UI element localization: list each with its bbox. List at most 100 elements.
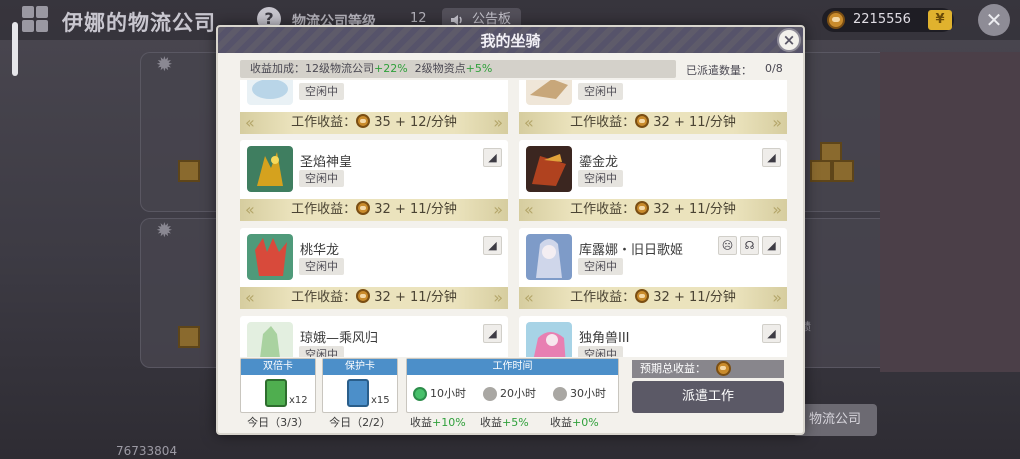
mount-portrait [247,146,293,192]
mount-income: 工作收益： 32 + 11/分钟 [519,287,787,309]
protect-card-title: 保护卡 [323,359,397,375]
work-time-bonus: 收益+0% [550,414,599,430]
crate-icon [178,326,200,348]
mount-name: 桃华龙 [300,243,340,258]
mount-portrait [247,80,293,105]
wing-trait-icon: ◢ [483,148,502,167]
income-value: 32 + 11/分钟 [374,290,457,305]
double-card-qty: x12 [289,395,308,406]
income-label: 工作收益： [570,202,636,217]
mount-name: 圣焰神皇 [300,155,353,170]
mount-card[interactable]: 琼娥—乘风归 空闲中 ◢ [240,316,508,357]
bonus-value: +0% [572,416,599,429]
company-button[interactable]: 物流公司 [793,404,877,436]
protect-card-box[interactable]: 保护卡 x15 [322,358,398,413]
mount-card[interactable]: 空闲中 工作收益： 35 + 12/分钟 [240,80,508,134]
protect-card-today: 今日（2/2） [329,416,391,429]
mount-portrait [526,234,572,280]
income-bonus-bar: 收益加成：12级物流公司+22% 2级物资点+5% [240,60,676,78]
dispatch-work-button[interactable]: 派遣工作 [632,381,784,413]
mount-portrait [247,234,293,280]
company-title: 伊娜的物流公司 [62,11,216,35]
crate-icon [810,160,832,182]
mount-income: 工作收益： 32 + 11/分钟 [519,199,787,221]
expected-income: 预期总收益： [632,360,784,378]
coin-icon [356,289,371,303]
double-card-icon [265,379,287,407]
mount-income: 工作收益： 35 + 12/分钟 [240,112,508,134]
trait-icons: ☹ ☊ ◢ [718,236,781,255]
trait-icons: ◢ [483,324,502,343]
scroll-indicator[interactable] [12,22,18,76]
wing-trait-icon: ◢ [762,236,781,255]
bonus-resource-label: 2级物资点 [414,62,466,75]
income-value: 32 + 11/分钟 [653,115,736,130]
mount-name: 琼娥—乘风归 [300,331,379,346]
radio-icon [553,387,567,401]
bonus-company-value: +22% [374,62,408,75]
company-level-value: 12 [410,11,427,26]
mount-income: 工作收益： 32 + 11/分钟 [240,199,508,221]
mount-card[interactable]: 鎏金龙 空闲中 ◢ 工作收益： 32 + 11/分钟 [519,140,787,221]
expected-income-label: 预期总收益： [640,362,706,375]
mount-status: 空闲中 [299,346,344,357]
income-label: 工作收益： [291,115,357,130]
work-time-title: 工作时间 [407,359,618,375]
coin-icon [635,114,650,128]
radio-icon [483,387,497,401]
income-label: 工作收益： [291,290,357,305]
work-time-option-label: 30小时 [570,387,606,400]
trait-icons: ◢ [762,148,781,167]
dragon-trait-icon: ☊ [740,236,759,255]
mount-card[interactable]: 空闲中 工作收益： 32 + 11/分钟 [519,80,787,134]
income-value: 32 + 11/分钟 [653,290,736,305]
trait-icons: ◢ [762,324,781,343]
coin-icon [635,201,650,215]
coin-icon [356,114,371,128]
mount-status: 空闲中 [578,346,623,357]
dialog-title: 我的坐骑 [480,32,541,50]
coin-icon [827,11,845,29]
home-icon[interactable] [22,6,48,32]
shop-cart-icon[interactable]: ¥ [928,10,952,30]
income-value: 35 + 12/分钟 [374,115,457,130]
mount-card[interactable]: 圣焰神皇 空闲中 ◢ 工作收益： 32 + 11/分钟 [240,140,508,221]
mount-card[interactable]: 独角兽III 空闲中 ◢ [519,316,787,357]
work-time-option[interactable]: 30小时 [553,385,606,403]
protect-card-qty: x15 [371,395,390,406]
bg-slot [790,52,890,212]
mount-income: 工作收益： 32 + 11/分钟 [519,112,787,134]
work-time-option[interactable]: 20小时 [483,385,536,403]
work-time-bonus: 收益+5% [480,414,529,430]
mount-name: 鎏金龙 [579,155,619,170]
dispatched-count: 0/8 [765,62,783,75]
bonus-label: 收益 [410,416,432,429]
trait-icons: ◢ [483,148,502,167]
coin-icon [716,361,731,376]
gear-icon: ✹ [156,52,173,76]
my-mounts-dialog: 我的坐骑 × 收益加成：12级物流公司+22% 2级物资点+5% 已派遣数量： … [216,25,805,435]
dialog-close-button[interactable]: × [777,28,801,52]
user-id: 76733804 [116,444,178,458]
mount-card[interactable]: 桃华龙 空闲中 ◢ 工作收益： 32 + 11/分钟 [240,228,508,309]
wing-trait-icon: ◢ [762,324,781,343]
coin-icon [356,201,371,215]
bonus-value: +10% [432,416,466,429]
double-card-box[interactable]: 双倍卡 x12 [240,358,316,413]
income-label: 工作收益： [570,115,636,130]
mount-income: 工作收益： 32 + 11/分钟 [240,287,508,309]
bonus-prefix: 收益加成：12级物流公司 [250,62,374,75]
mount-card[interactable]: 库露娜・旧日歌姬 空闲中 ☹ ☊ ◢ 工作收益： 32 + 11/分钟 [519,228,787,309]
work-time-bonus: 收益+10% [410,414,466,430]
double-card-today: 今日（3/3） [247,416,309,429]
work-time-option[interactable]: 10小时 [413,385,466,403]
mount-portrait [247,322,293,357]
dialog-header: 我的坐骑 × [218,27,803,53]
mount-status: 空闲中 [578,170,623,187]
work-time-selector: 工作时间 10小时 20小时 30小时 [406,358,619,413]
mount-portrait [526,146,572,192]
mount-list[interactable]: 空闲中 工作收益： 35 + 12/分钟 空闲中 工作收益： 32 + 11/分… [240,80,787,357]
mount-name: 独角兽III [579,331,630,346]
mount-status: 空闲中 [299,170,344,187]
close-icon[interactable]: ✕ [978,4,1010,36]
